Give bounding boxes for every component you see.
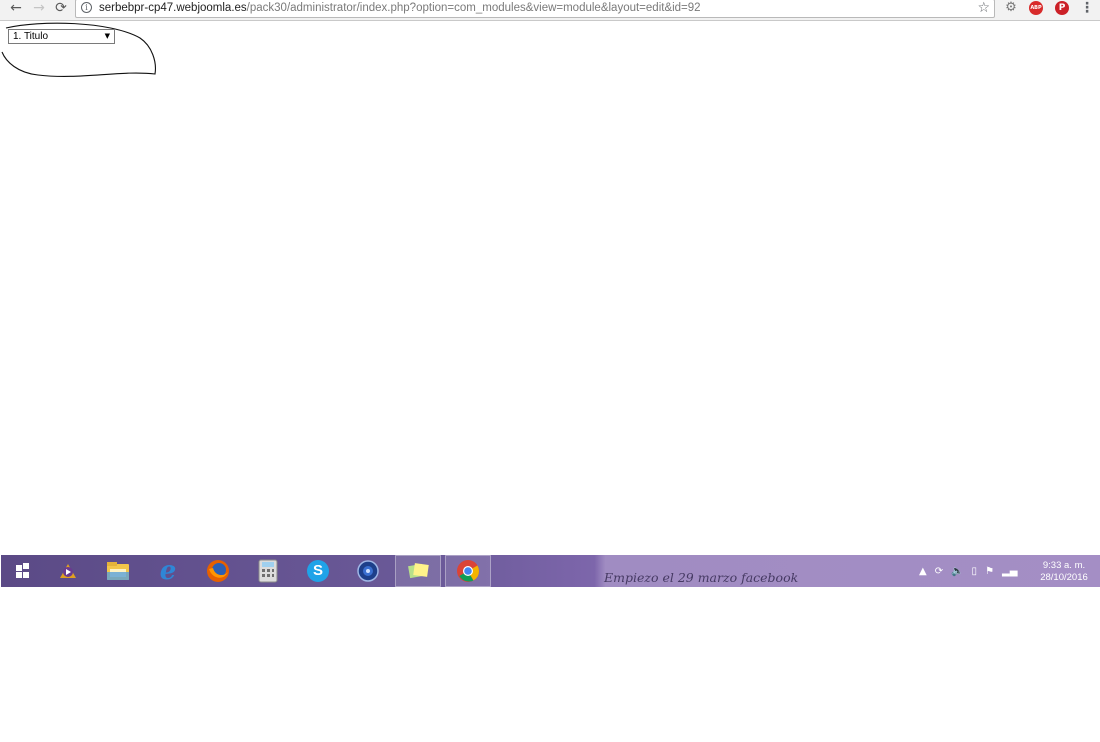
internet-explorer-icon: e — [159, 556, 177, 586]
taskbar-clock[interactable]: 9:33 a. m. 28/10/2016 — [1033, 560, 1095, 584]
reload-icon[interactable]: ⟳ — [51, 0, 71, 18]
taskbar-sticky-notes[interactable] — [395, 555, 441, 587]
clock-date: 28/10/2016 — [1040, 572, 1088, 583]
address-bar[interactable]: i serbebpr-cp47.webjoomla.es/pack30/admi… — [75, 0, 995, 18]
forward-arrow-icon[interactable]: → — [29, 0, 49, 18]
volume-icon[interactable]: 🔈 — [951, 566, 963, 577]
skype-icon: S — [307, 560, 329, 582]
url-path: /pack30/administrator/index.php?option=c… — [246, 2, 701, 14]
action-center-flag-icon[interactable]: ⚑ — [985, 566, 994, 577]
taskbar-app-globe[interactable] — [345, 555, 391, 587]
adblock-plus-label: ABP — [1030, 5, 1042, 11]
media-player-icon — [60, 564, 76, 578]
antivirus-icon[interactable]: ⟳ — [935, 566, 943, 577]
taskbar-calculator[interactable] — [245, 555, 291, 587]
system-tray: ▲ ⟳ 🔈 ▯ ⚑ ▂▄ — [919, 555, 1025, 587]
taskbar-chrome[interactable] — [445, 555, 491, 587]
show-hidden-icons-icon[interactable]: ▲ — [919, 566, 927, 577]
adblock-plus-icon[interactable]: ABP — [1029, 1, 1043, 15]
start-icon — [16, 563, 32, 579]
extension-gear-icon[interactable]: ⚙ — [1004, 1, 1018, 15]
dropdown-arrow-icon: ▼ — [104, 32, 110, 40]
url-text[interactable]: serbebpr-cp47.webjoomla.es/pack30/admini… — [99, 1, 701, 16]
title-dropdown-value: 1. Titulo — [13, 31, 49, 42]
url-host: serbebpr-cp47.webjoomla.es — [99, 2, 247, 14]
back-arrow-icon[interactable]: ← — [6, 0, 26, 18]
calculator-icon — [258, 559, 278, 583]
pinterest-icon[interactable]: P — [1055, 1, 1069, 15]
clock-time: 9:33 a. m. — [1042, 560, 1086, 571]
wallpaper-caption: Empiezo el 29 marzo facebook — [604, 570, 799, 585]
taskbar-media-player[interactable] — [45, 555, 91, 587]
info-icon[interactable]: i — [81, 2, 92, 13]
app-globe-icon — [357, 560, 379, 582]
title-dropdown[interactable]: 1. Titulo ▼ — [8, 29, 115, 44]
browser-menu-icon[interactable]: ⋮ — [1080, 1, 1094, 15]
power-icon[interactable]: ▯ — [972, 566, 978, 577]
taskbar-internet-explorer[interactable]: e — [145, 555, 191, 587]
browser-toolbar: ← → ⟳ i serbebpr-cp47.webjoomla.es/pack3… — [0, 0, 1100, 21]
firefox-icon — [207, 560, 229, 582]
bookmark-star-icon[interactable]: ☆ — [977, 0, 990, 16]
taskbar-skype[interactable]: S — [295, 555, 341, 587]
taskbar-firefox[interactable] — [195, 555, 241, 587]
file-explorer-icon — [107, 562, 129, 580]
start-button[interactable] — [1, 555, 47, 587]
pinterest-label: P — [1058, 3, 1066, 13]
chrome-icon — [457, 560, 479, 582]
taskbar-file-explorer[interactable] — [95, 555, 141, 587]
sticky-notes-icon — [408, 563, 429, 579]
network-signal-icon[interactable]: ▂▄ — [1002, 566, 1017, 577]
windows-taskbar: e S Empiezo el 29 marzo facebook ▲ ⟳ 🔈 ▯… — [1, 555, 1100, 587]
